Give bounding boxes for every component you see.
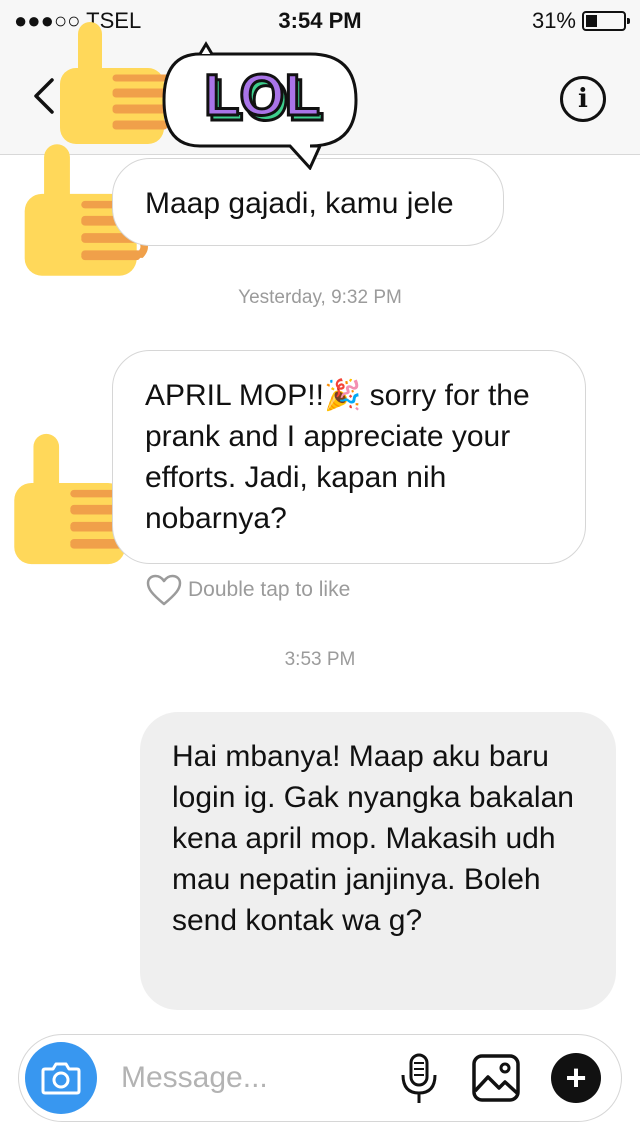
message-composer: + xyxy=(18,1034,622,1122)
message-bubble-incoming[interactable]: Maap gajadi, kamu jele xyxy=(112,158,504,246)
lol-sticker: LOL LOL xyxy=(162,41,358,170)
microphone-icon[interactable] xyxy=(399,1053,439,1105)
message-text: Maap gajadi, kamu jele xyxy=(145,187,454,220)
like-hint-text: Double tap to like xyxy=(188,578,351,601)
timestamp: 3:53 PM xyxy=(284,649,356,670)
info-glyph: i xyxy=(578,84,588,114)
timestamp: Yesterday, 9:32 PM xyxy=(238,287,402,308)
message-bubble-outgoing[interactable]: Hai mbanya! Maap aku baru login ig. Gak … xyxy=(140,712,616,1010)
double-tap-like-hint[interactable]: Double tap to like xyxy=(146,574,350,606)
plus-glyph: + xyxy=(565,1057,587,1098)
battery-percent: 31% xyxy=(531,8,576,33)
sticker-text: LOL xyxy=(204,63,320,128)
info-icon[interactable]: i xyxy=(560,76,606,122)
message-text: APRIL MOP!! xyxy=(145,379,324,412)
battery-status: 31% xyxy=(531,8,630,34)
plus-icon[interactable]: + xyxy=(551,1053,601,1103)
camera-button[interactable] xyxy=(25,1042,97,1114)
battery-icon xyxy=(582,11,630,31)
battery-fill xyxy=(586,15,598,27)
party-popper-emoji: 🎉 xyxy=(323,379,362,412)
camera-icon xyxy=(41,1062,81,1095)
message-input[interactable] xyxy=(119,1055,373,1101)
thumbs-up-sticker xyxy=(60,22,175,144)
message-bubble-incoming[interactable]: APRIL MOP!!🎉 sorry for the prank and I a… xyxy=(112,350,586,564)
heart-icon xyxy=(146,574,182,606)
message-text: Hai mbanya! Maap aku baru login ig. Gak … xyxy=(172,740,574,937)
gallery-icon[interactable] xyxy=(471,1053,521,1103)
